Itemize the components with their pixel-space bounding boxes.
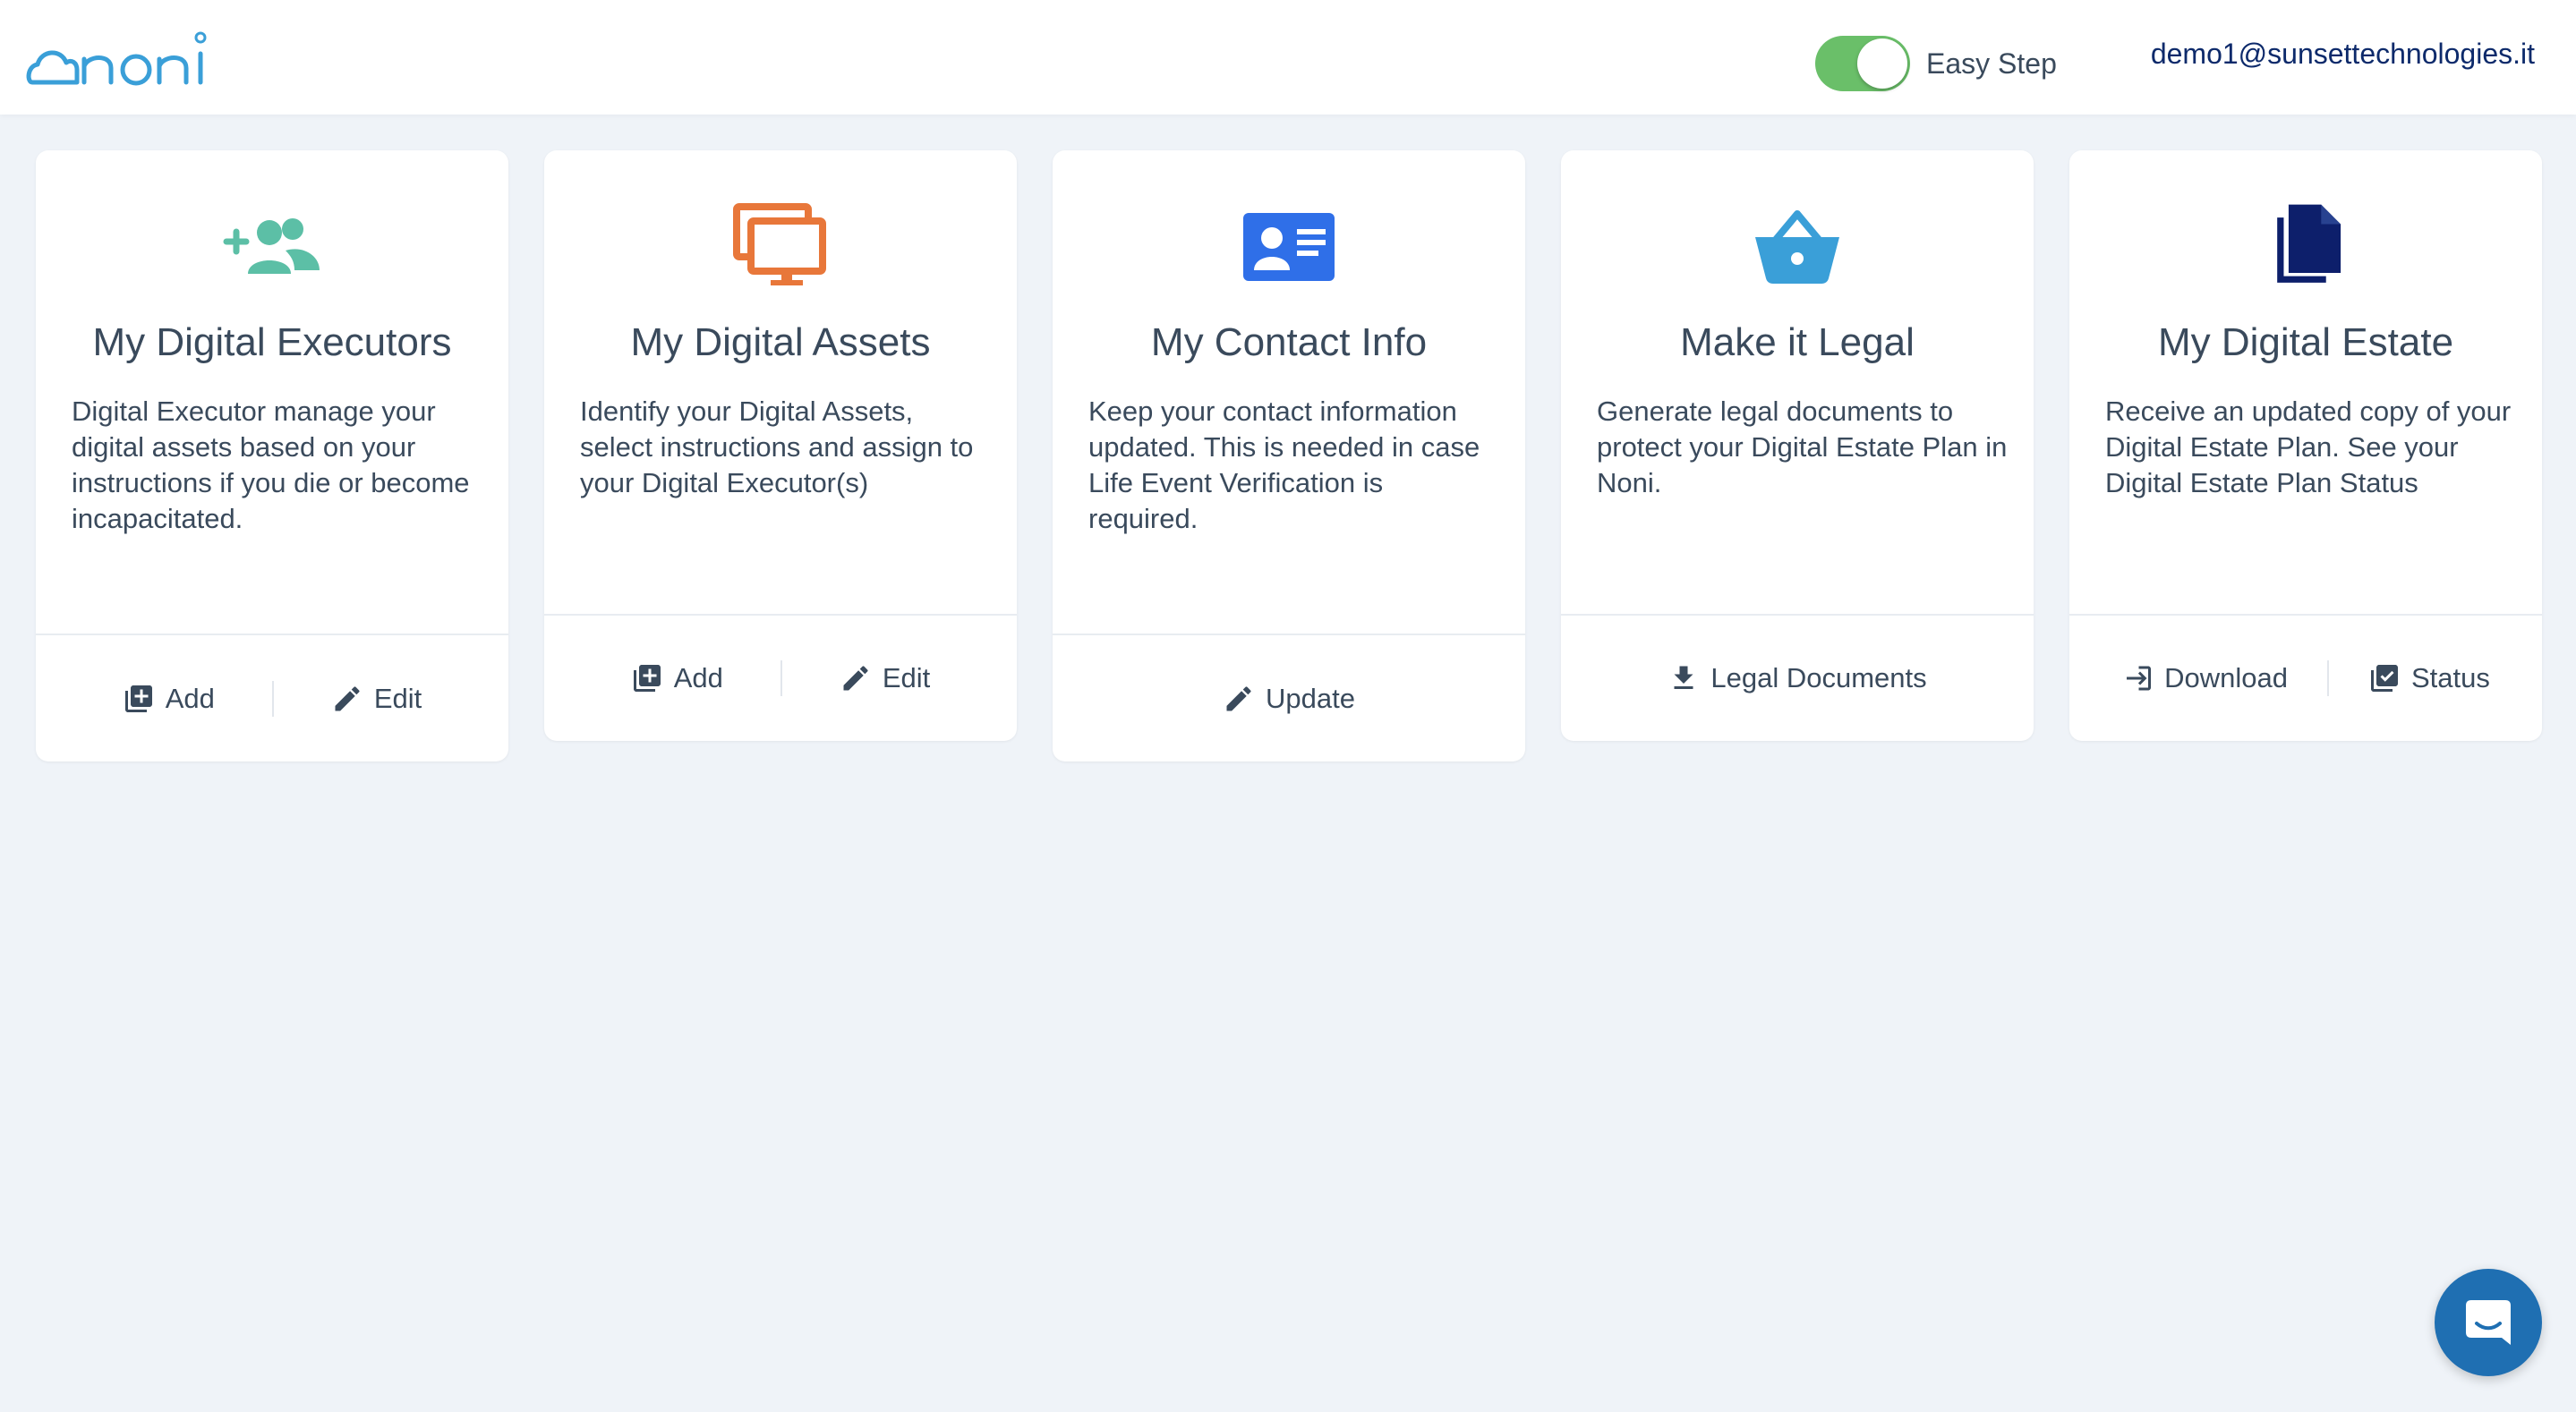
card-actions: Download Status [2069,616,2542,741]
card-contact-info: My Contact Info Keep your contact inform… [1053,150,1525,761]
card-digital-assets: My Digital Assets Identify your Digital … [544,150,1017,741]
action-label: Download [2164,662,2288,693]
action-separator [271,680,274,717]
dashboard-cards: My Digital Executors Digital Executor ma… [36,150,2542,777]
edit-executor-button[interactable]: Edit [331,683,422,715]
action-label: Status [2410,662,2490,693]
noni-logo[interactable] [25,27,208,91]
card-title: Make it Legal [1680,320,1915,364]
easy-step-control: Easy Step [1815,34,2057,93]
top-bar: Easy Step demo1@sunsettechnologies.it [0,0,2576,115]
documents-icon [2069,197,2542,295]
download-estate-button[interactable]: Download [2121,662,2288,694]
action-label: Edit [373,682,422,714]
card-title: My Digital Executors [92,320,452,364]
card-title: My Digital Assets [630,320,931,364]
action-label: Add [673,662,723,693]
card-actions: Add Edit [544,616,1017,741]
update-contact-button[interactable]: Update [1223,683,1355,715]
legal-documents-button[interactable]: Legal Documents [1668,662,1927,694]
noni-logo-mark [26,31,207,86]
card-actions: Update [1053,635,1525,761]
easy-step-label: Easy Step [1926,47,2057,80]
pencil-icon [843,666,868,691]
card-title: My Digital Estate [2157,320,2454,364]
checked-box-icon [2370,665,2398,692]
user-email[interactable]: demo1@sunsettechnologies.it [2151,38,2535,71]
chat-launcher-button[interactable] [2435,1269,2542,1376]
chat-bubble-icon [2466,1300,2511,1345]
action-label: Update [1266,682,1355,714]
action-label: Legal Documents [1710,662,1927,693]
download-arrow-icon [1674,666,1693,689]
card-description: Keep your contact information updated. T… [1088,396,1480,534]
pencil-icon [1226,685,1251,710]
action-label: Edit [882,662,931,693]
sign-in-icon [2127,666,2152,691]
action-separator [2326,660,2329,696]
card-actions: Legal Documents [1561,616,2034,741]
add-executor-button[interactable]: Add [123,683,215,715]
edit-asset-button[interactable]: Edit [840,662,930,694]
card-digital-estate: My Digital Estate Receive an updated cop… [2069,150,2542,741]
add-people-icon [36,197,508,295]
toggle-knob [1857,38,1907,89]
card-description: Identify your Digital Assets, select ins… [580,396,974,498]
add-box-icon [124,685,152,712]
pencil-icon [335,685,360,710]
card-description: Digital Executor manage your digital ass… [72,396,470,534]
add-asset-button[interactable]: Add [631,662,723,694]
status-estate-button[interactable]: Status [2368,662,2490,694]
easy-step-toggle[interactable] [1815,36,1910,91]
card-actions: Add Edit [36,635,508,761]
card-digital-executors: My Digital Executors Digital Executor ma… [36,150,508,761]
add-box-icon [633,665,661,692]
monitors-icon [544,197,1017,295]
card-description: Generate legal documents to protect your… [1597,396,2008,498]
card-make-it-legal: Make it Legal Generate legal documents t… [1561,150,2034,741]
action-label: Add [165,682,215,714]
action-separator [780,660,782,696]
contact-card-icon [1053,197,1525,295]
card-description: Receive an updated copy of your Digital … [2105,396,2512,498]
basket-icon [1561,197,2034,295]
card-title: My Contact Info [1150,320,1428,364]
